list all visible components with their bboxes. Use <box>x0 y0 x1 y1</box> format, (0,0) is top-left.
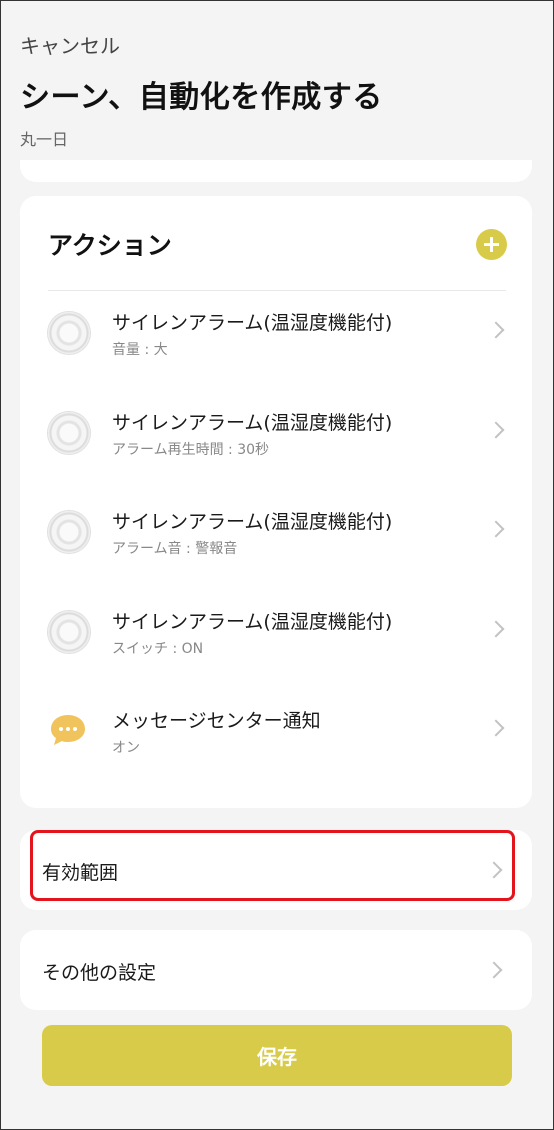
chevron-right-icon <box>487 421 505 439</box>
chevron-right-icon <box>487 520 505 538</box>
siren-device-icon <box>48 412 90 454</box>
action-item-detail: オン <box>112 740 140 756</box>
cancel-button[interactable]: キャンセル <box>20 30 120 59</box>
action-item[interactable]: サイレンアラーム(温湿度機能付) アラーム音 : 警報音 <box>20 491 532 571</box>
message-bubble-icon <box>51 715 85 745</box>
page-title: シーン、自動化を作成する <box>20 80 383 115</box>
action-item[interactable]: メッセージセンター通知 オン <box>20 690 532 770</box>
action-item-title: サイレンアラーム(温湿度機能付) <box>112 412 393 434</box>
other-settings-label: その他の設定 <box>42 962 157 984</box>
save-button[interactable]: 保存 <box>42 1025 512 1086</box>
schedule-summary: 丸一日 <box>20 130 69 149</box>
chevron-right-icon <box>487 321 505 339</box>
siren-device-icon <box>48 611 90 653</box>
action-item-title: サイレンアラーム(温湿度機能付) <box>112 511 393 533</box>
action-item[interactable]: サイレンアラーム(温湿度機能付) 音量 : 大 <box>20 292 532 372</box>
chevron-right-icon <box>487 620 505 638</box>
siren-device-icon <box>48 312 90 354</box>
highlight-box <box>30 830 515 901</box>
action-item[interactable]: サイレンアラーム(温湿度機能付) スイッチ : ON <box>20 591 532 671</box>
previous-card-bottom <box>20 160 532 182</box>
action-item-detail: 音量 : 大 <box>112 342 168 358</box>
divider <box>48 290 506 291</box>
action-item[interactable]: サイレンアラーム(温湿度機能付) アラーム再生時間 : 30秒 <box>20 392 532 472</box>
action-section-title: アクション <box>48 231 172 260</box>
other-settings-item[interactable]: その他の設定 <box>20 930 532 1010</box>
action-item-detail: アラーム音 : 警報音 <box>112 541 238 557</box>
action-item-title: サイレンアラーム(温湿度機能付) <box>112 312 393 334</box>
action-item-detail: アラーム再生時間 : 30秒 <box>112 442 270 458</box>
action-card: アクション サイレンアラーム(温湿度機能付) 音量 : 大 サイレンアラーム(温… <box>20 196 532 808</box>
chevron-right-icon <box>485 961 503 979</box>
siren-device-icon <box>48 511 90 553</box>
chevron-right-icon <box>487 719 505 737</box>
plus-circle-icon[interactable] <box>476 229 507 260</box>
action-item-title: メッセージセンター通知 <box>112 710 321 732</box>
action-item-title: サイレンアラーム(温湿度機能付) <box>112 611 393 633</box>
action-item-detail: スイッチ : ON <box>112 641 204 657</box>
